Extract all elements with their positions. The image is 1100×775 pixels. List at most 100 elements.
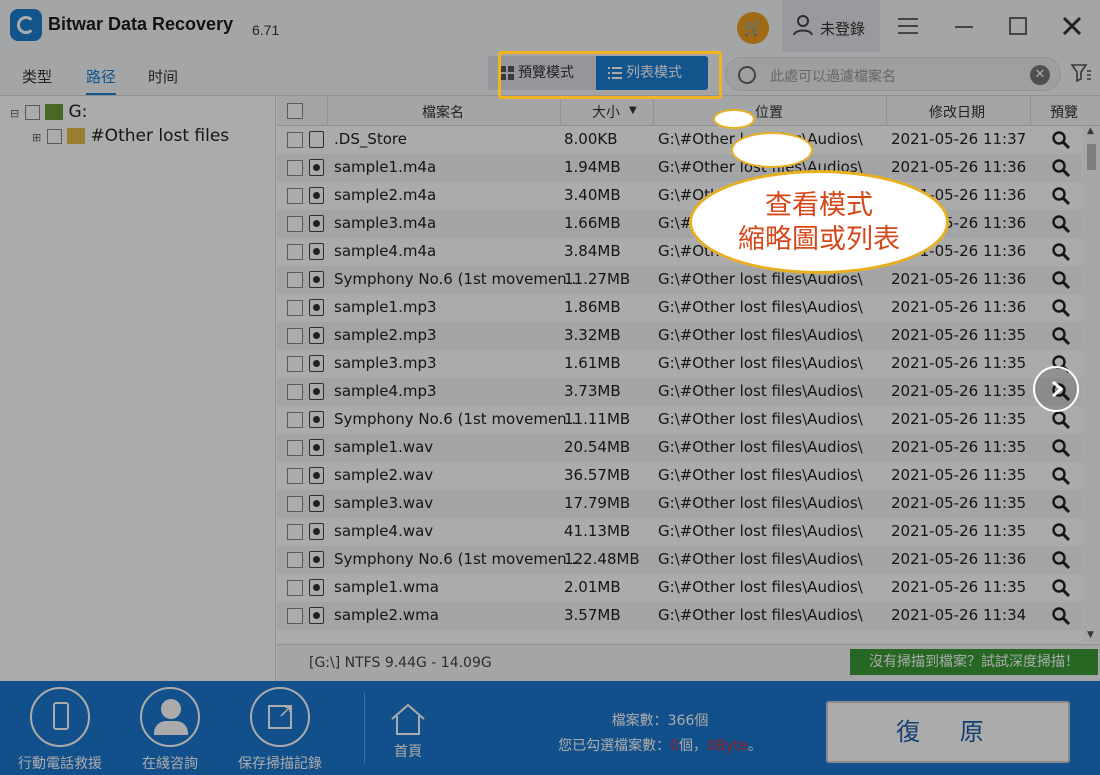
cart-icon[interactable]: 🛒 — [737, 12, 769, 44]
row-checkbox[interactable] — [287, 580, 303, 596]
sort-desc-icon[interactable]: ▼ — [629, 105, 637, 116]
table-row[interactable]: sample2.wma 3.57MB G:\#Other lost files\Au… — [277, 602, 1082, 630]
recover-button[interactable]: 復 原 — [826, 701, 1070, 763]
table-scrollbar[interactable]: ▲ ▼ — [1083, 126, 1100, 642]
table-header: 檔案名 大小 ▼ 位置 修改日期 預覽 — [277, 96, 1100, 126]
minimize-icon[interactable] — [952, 14, 976, 38]
preview-magnifier-icon[interactable] — [1051, 214, 1071, 234]
row-checkbox[interactable] — [287, 132, 303, 148]
table-row[interactable]: sample4.wav 41.13MB G:\#Other lost files\A… — [277, 518, 1082, 546]
clear-search-icon[interactable]: ✕ — [1030, 65, 1050, 85]
preview-magnifier-icon[interactable] — [1051, 130, 1071, 150]
table-row[interactable]: sample1.wma 2.01MB G:\#Other lost files\Au… — [277, 574, 1082, 602]
table-row[interactable]: Symphony No.6 (1st movemen... 11.27MB G:\#… — [277, 266, 1082, 294]
audio-file-icon — [309, 439, 324, 456]
preview-magnifier-icon[interactable] — [1051, 186, 1071, 206]
table-row[interactable]: sample4.mp3 3.73MB G:\#Other lost files\Au… — [277, 378, 1082, 406]
table-row[interactable]: sample1.mp3 1.86MB G:\#Other lost files\Au… — [277, 294, 1082, 322]
home-button[interactable]: 首頁 — [358, 701, 458, 761]
phone-recovery-button[interactable]: 行動電話救援 — [10, 687, 110, 773]
preview-magnifier-icon[interactable] — [1051, 606, 1071, 626]
row-checkbox[interactable] — [287, 608, 303, 624]
table-row[interactable]: sample1.m4a 1.94MB G:\#Other lost files\Au… — [277, 154, 1082, 182]
row-checkbox[interactable] — [287, 412, 303, 428]
online-consult-button[interactable]: 在綫咨詢 — [120, 687, 220, 773]
table-row[interactable]: sample4.m4a3.84MBG:\#Other lost files\Au… — [277, 238, 1082, 266]
scroll-down-icon[interactable]: ▼ — [1087, 630, 1094, 640]
tree-checkbox[interactable] — [46, 128, 62, 144]
tree-checkbox[interactable] — [24, 104, 40, 120]
chevron-right-icon — [1052, 380, 1064, 398]
preview-magnifier-icon[interactable] — [1051, 326, 1071, 346]
table-row[interactable]: sample1.wav 20.54MB G:\#Other lost files\A… — [277, 434, 1082, 462]
preview-magnifier-icon[interactable] — [1051, 550, 1071, 570]
app-logo-icon — [10, 9, 42, 41]
file-date: 2021-05-26 11:36 — [891, 158, 1027, 176]
row-checkbox[interactable] — [287, 384, 303, 400]
table-row[interactable]: sample3.mp3 1.61MB G:\#Other lost files\Au… — [277, 350, 1082, 378]
save-scan-record-button[interactable]: ↗ 保存掃描記錄 — [230, 687, 330, 773]
row-checkbox[interactable] — [287, 272, 303, 288]
table-row[interactable]: sample2.m4a3.40MBG:\#Other lost files\Au… — [277, 182, 1082, 210]
col-modified[interactable]: 修改日期 — [929, 102, 985, 122]
row-checkbox[interactable] — [287, 356, 303, 372]
tab-time[interactable]: 时间 — [148, 66, 178, 87]
row-checkbox[interactable] — [287, 468, 303, 484]
row-checkbox[interactable] — [287, 552, 303, 568]
row-checkbox[interactable] — [287, 160, 303, 176]
preview-magnifier-icon[interactable] — [1051, 298, 1071, 318]
table-row[interactable]: sample3.m4a1.66MBG:\#Other lost files\Au… — [277, 210, 1082, 238]
preview-magnifier-icon[interactable] — [1051, 242, 1071, 262]
table-row[interactable]: sample2.wav 36.57MB G:\#Other lost files\A… — [277, 462, 1082, 490]
row-checkbox[interactable] — [287, 216, 303, 232]
audio-file-icon — [309, 327, 324, 344]
tree-expand-icon[interactable]: ⊞ — [32, 131, 41, 144]
tab-path[interactable]: 路径 — [86, 66, 117, 95]
row-checkbox[interactable] — [287, 524, 303, 540]
app-version: 6.71 — [252, 22, 280, 38]
filter-icon[interactable] — [1070, 62, 1092, 84]
preview-magnifier-icon[interactable] — [1051, 522, 1071, 542]
tree-collapse-icon[interactable]: ⊟ — [10, 107, 19, 120]
preview-magnifier-icon[interactable] — [1051, 466, 1071, 486]
export-icon: ↗ — [250, 687, 310, 747]
row-checkbox[interactable] — [287, 300, 303, 316]
preview-magnifier-icon[interactable] — [1051, 578, 1071, 598]
tree-node-other-lost-files[interactable]: ⊞ #Other lost files — [32, 126, 229, 146]
preview-magnifier-icon[interactable] — [1051, 158, 1071, 178]
row-checkbox[interactable] — [287, 440, 303, 456]
col-name[interactable]: 檔案名 — [422, 102, 464, 122]
maximize-icon[interactable] — [1006, 14, 1030, 38]
preview-magnifier-icon[interactable] — [1051, 410, 1071, 430]
menu-icon[interactable] — [896, 14, 920, 38]
preview-magnifier-icon[interactable] — [1051, 438, 1071, 458]
table-row[interactable]: sample3.wav 17.79MB G:\#Other lost files\A… — [277, 490, 1082, 518]
tree-node-drive[interactable]: ⊟ G: — [10, 102, 87, 122]
filter-search-box[interactable]: 此處可以過濾檔案名 ✕ — [725, 57, 1061, 91]
close-icon[interactable] — [1060, 14, 1084, 38]
col-location[interactable]: 位置 — [755, 102, 783, 122]
row-checkbox[interactable] — [287, 244, 303, 260]
row-checkbox[interactable] — [287, 188, 303, 204]
file-size: 1.86MB — [564, 298, 621, 316]
row-checkbox[interactable] — [287, 496, 303, 512]
table-row[interactable]: .DS_Store8.00KBG:\#Other lost files\Audi… — [277, 126, 1082, 154]
table-row[interactable]: Symphony No.6 (1st movemen... 11.11MB G:\#… — [277, 406, 1082, 434]
search-input[interactable]: 此處可以過濾檔案名 — [770, 66, 896, 86]
file-name: sample2.wma — [334, 606, 439, 624]
preview-magnifier-icon[interactable] — [1051, 494, 1071, 514]
scroll-up-icon[interactable]: ▲ — [1087, 126, 1094, 136]
row-checkbox[interactable] — [287, 328, 303, 344]
col-size[interactable]: 大小 — [592, 102, 620, 122]
table-row[interactable]: Symphony No.6 (1st movemen... 122.48MB G:\… — [277, 546, 1082, 574]
deep-scan-button[interactable]: 沒有掃描到檔案？試試深度掃描！ — [850, 649, 1098, 675]
next-step-button[interactable] — [1033, 366, 1079, 412]
preview-magnifier-icon[interactable] — [1051, 270, 1071, 290]
home-label: 首頁 — [394, 744, 422, 760]
tab-type[interactable]: 类型 — [22, 66, 52, 87]
file-name: sample4.m4a — [334, 242, 437, 260]
select-all-checkbox[interactable] — [287, 103, 303, 119]
table-row[interactable]: sample2.mp3 3.32MB G:\#Other lost files\Au… — [277, 322, 1082, 350]
user-login-button[interactable]: 未登錄 — [782, 0, 880, 52]
scrollbar-thumb[interactable] — [1087, 144, 1096, 170]
